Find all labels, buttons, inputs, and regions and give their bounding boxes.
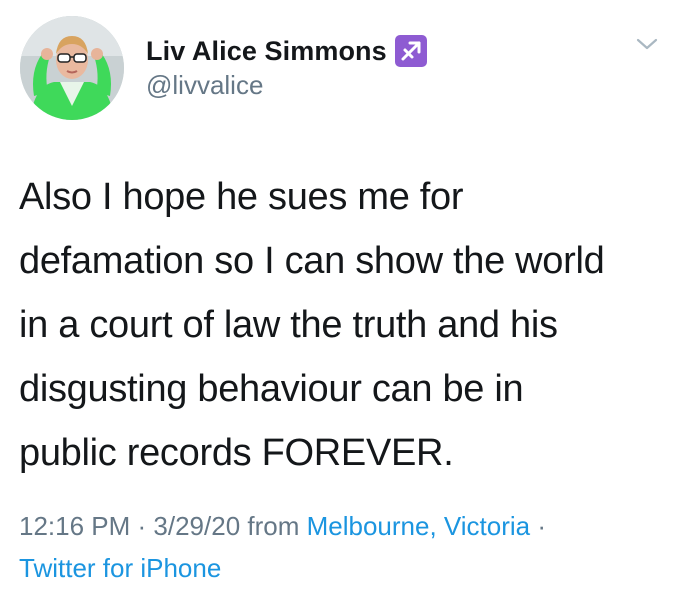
meta-separator-2: · <box>530 511 547 541</box>
avatar[interactable] <box>20 16 124 120</box>
tweet-time[interactable]: 12:16 PM <box>19 511 130 541</box>
source-link[interactable]: Twitter for iPhone <box>19 553 221 583</box>
tweet-text: Also I hope he sues me for defamation so… <box>19 176 605 474</box>
tweet-meta: 12:16 PM · 3/29/20 from Melbourne, Victo… <box>19 505 664 589</box>
display-name[interactable]: Liv Alice Simmons <box>146 36 387 67</box>
location-link[interactable]: Melbourne, Victoria <box>307 511 531 541</box>
meta-separator: · <box>130 511 154 541</box>
name-row: Liv Alice Simmons <box>146 32 427 70</box>
tweet-card: Liv Alice Simmons @livvalice Also I hope… <box>0 0 673 590</box>
avatar-image <box>20 16 124 120</box>
sagittarius-icon <box>394 35 427 67</box>
from-label: from <box>240 511 307 541</box>
user-handle[interactable]: @livvalice <box>146 70 263 101</box>
chevron-down-icon[interactable] <box>636 36 658 52</box>
tweet-date[interactable]: 3/29/20 <box>153 511 240 541</box>
